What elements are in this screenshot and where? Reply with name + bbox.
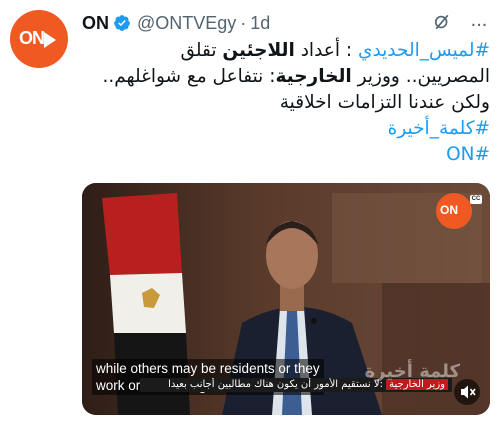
lower-third-text: :لا نستقيم الأمور أن يكون هناك مطالبين أ… <box>168 379 383 390</box>
tweet-text-segment: المصريين.. ووزير <box>351 66 490 87</box>
avatar[interactable]: ON <box>10 10 68 68</box>
tweet-header: ON @ONTVEgy · 1d ... <box>82 10 490 36</box>
account-handle[interactable]: @ONTVEgy <box>137 13 236 34</box>
tweet-bold-segment: الخارجية <box>275 66 352 87</box>
program-watermark: كلمة أخيرة <box>364 361 460 382</box>
verified-badge-icon <box>114 15 130 31</box>
speaker-muted-icon <box>461 385 476 399</box>
grok-icon[interactable] <box>432 12 452 32</box>
tweet-time[interactable]: 1d <box>250 13 270 34</box>
tweet-line-1: #لميس_الحديدي : أعداد اللاجئين تقلق <box>82 38 490 64</box>
channel-logo-text: ON <box>440 203 458 217</box>
tweet-line-3: ولكن عندنا التزامات اخلاقية <box>279 92 490 113</box>
hashtag-link[interactable]: #كلمة_أخيرة <box>82 116 490 142</box>
hashtag-link[interactable]: #ON <box>82 142 490 168</box>
hashtag-link[interactable]: #لميس_الحديدي <box>358 40 490 61</box>
play-triangle-icon <box>44 32 56 48</box>
tweet-text-segment: تقلق <box>180 40 223 61</box>
closed-captions-icon[interactable]: CC <box>470 195 482 204</box>
mute-button[interactable] <box>454 379 480 405</box>
channel-logo: ON <box>436 193 472 229</box>
tweet-text-segment: : أعداد <box>294 40 358 61</box>
video-player[interactable]: ON CC while others may be residents or t… <box>82 183 490 415</box>
avatar-logo-text: ON <box>19 28 45 48</box>
caption-line-1: while others may be residents or they <box>96 361 320 376</box>
account-name[interactable]: ON <box>82 13 109 34</box>
separator-dot: · <box>240 12 247 33</box>
more-options-icon[interactable]: ... <box>468 10 490 32</box>
tweet-text-segment: : نتفاعل مع شواغلهم.. <box>102 66 276 87</box>
tweet-text: #لميس_الحديدي : أعداد اللاجئين تقلق المص… <box>82 38 490 168</box>
tweet-line-2: المصريين.. ووزير الخارجية: نتفاعل مع شوا… <box>82 64 490 90</box>
tweet-bold-segment: اللاجئين <box>222 40 295 61</box>
